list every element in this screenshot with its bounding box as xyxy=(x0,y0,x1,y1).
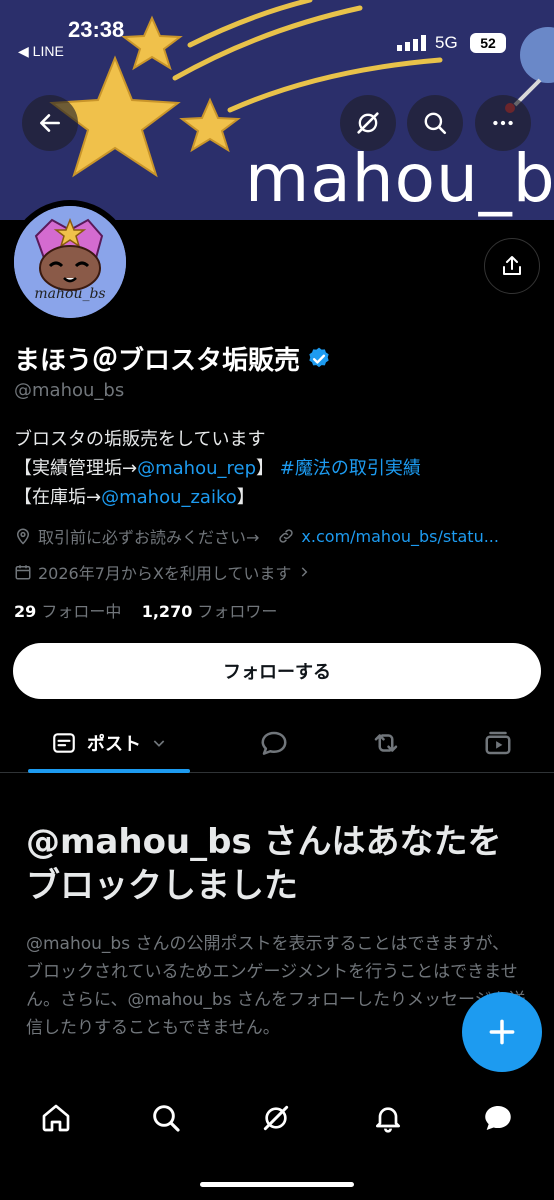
bio-line-2: 【実績管理垢→@mahou_rep】 #魔法の取引実績 xyxy=(14,454,421,483)
link-icon xyxy=(279,529,294,543)
bio-line-3-text: 【在庫垢→ xyxy=(14,487,102,508)
active-tab-indicator xyxy=(28,769,190,773)
home-indicator xyxy=(200,1182,354,1187)
following-stat[interactable]: 29 フォロー中 xyxy=(14,602,121,621)
home-icon xyxy=(42,1104,70,1132)
joined-row[interactable]: 2026年7月からXを利用しています xyxy=(14,560,311,584)
joined-date: 2026年7月からXを利用しています xyxy=(38,564,292,583)
back-button[interactable] xyxy=(22,95,78,151)
grok-icon xyxy=(357,112,379,134)
follow-button[interactable]: フォローする xyxy=(13,643,541,699)
nav-explore[interactable] xyxy=(136,1098,196,1138)
hashtag-link[interactable]: #魔法の取引実績 xyxy=(280,458,421,479)
grok-button[interactable] xyxy=(340,95,396,151)
avatar: mahou_bs xyxy=(14,206,126,318)
rep-account-link[interactable]: @mahou_rep xyxy=(137,458,256,479)
posts-icon xyxy=(53,733,75,753)
followers-label: フォロワー xyxy=(197,602,278,621)
profile-tabs: ポスト xyxy=(0,713,554,773)
profile-website-link[interactable]: x.com/mahou_bs/statu... xyxy=(301,527,499,546)
more-icon xyxy=(493,120,513,126)
profile-name-row: まほう＠ブロスタ垢販売 xyxy=(14,340,332,377)
battery-indicator: 52 xyxy=(470,33,506,53)
chevron-right-icon xyxy=(302,567,308,577)
avatar-frame[interactable]: mahou_bs xyxy=(8,200,132,324)
bio-line-2-text: 【実績管理垢→ xyxy=(14,458,138,479)
followers-count: 1,270 xyxy=(141,602,193,621)
share-icon xyxy=(503,256,521,275)
display-name: まほう＠ブロスタ垢販売 xyxy=(14,346,301,376)
tab-replies[interactable] xyxy=(244,713,304,773)
nav-notifications[interactable] xyxy=(358,1098,418,1138)
following-count: 29 xyxy=(14,602,37,621)
reposts-icon xyxy=(374,734,398,752)
grok-icon xyxy=(263,1105,289,1131)
signal-icon xyxy=(397,35,426,51)
status-bar: 23:38 ◀ LINE 5G 52 xyxy=(0,0,554,70)
network-type: 5G xyxy=(435,33,458,52)
search-icon xyxy=(424,112,447,135)
tab-media[interactable] xyxy=(468,713,528,773)
follow-stats: 29 フォロー中 1,270 フォロワー xyxy=(14,598,277,622)
media-icon xyxy=(485,731,511,755)
search-button[interactable] xyxy=(407,95,463,151)
banner-handwriting: mahou_bs xyxy=(245,140,554,217)
blocked-message: @mahou_bs さんの公開ポストを表示することはできますが、ブロックされてい… xyxy=(26,934,526,1038)
more-button[interactable] xyxy=(475,95,531,151)
bio-line-3-suffix: 】 xyxy=(236,487,255,508)
share-button[interactable] xyxy=(484,238,540,294)
bio-line-3: 【在庫垢→@mahou_zaiko】 xyxy=(14,483,421,512)
tab-posts[interactable]: ポスト xyxy=(28,713,190,773)
calendar-icon xyxy=(15,565,31,580)
tab-reposts[interactable] xyxy=(356,713,416,773)
tab-posts-label: ポスト xyxy=(87,734,141,755)
compose-post-button[interactable] xyxy=(462,992,542,1072)
replies-icon xyxy=(261,731,287,755)
chevron-down-icon xyxy=(153,740,165,747)
notifications-icon xyxy=(376,1107,400,1133)
verified-badge-icon[interactable] xyxy=(306,346,332,372)
profile-meta-row: 取引前に必ずお読みください→ x.com/mahou_bs/statu... xyxy=(14,524,499,548)
nav-grok[interactable] xyxy=(246,1098,306,1138)
zaiko-account-link[interactable]: @mahou_zaiko xyxy=(101,487,237,508)
nav-messages[interactable] xyxy=(468,1098,528,1138)
back-to-app-link[interactable]: ◀ LINE xyxy=(18,43,64,60)
back-arrow-icon xyxy=(40,114,60,132)
messages-icon xyxy=(485,1105,511,1131)
followers-stat[interactable]: 1,270 フォロワー xyxy=(142,602,278,621)
profile-bio: ブロスタの垢販売をしています 【実績管理垢→@mahou_rep】 #魔法の取引… xyxy=(14,425,421,512)
avatar-caption: mahou_bs xyxy=(34,286,106,302)
profile-handle: @mahou_bs xyxy=(14,380,125,401)
profile-location: 取引前に必ずお読みください→ xyxy=(38,528,260,547)
bio-line-1: ブロスタの垢販売をしています xyxy=(14,429,266,450)
following-label: フォロー中 xyxy=(41,602,122,621)
nav-home[interactable] xyxy=(26,1098,86,1138)
plus-icon xyxy=(489,1019,515,1045)
bio-line-2-suffix: 】 xyxy=(256,458,274,479)
explore-icon xyxy=(153,1105,180,1132)
location-icon xyxy=(16,528,30,545)
status-time: 23:38 xyxy=(68,17,125,42)
blocked-title: @mahou_bs さんはあなたをブロックしました xyxy=(26,822,502,906)
